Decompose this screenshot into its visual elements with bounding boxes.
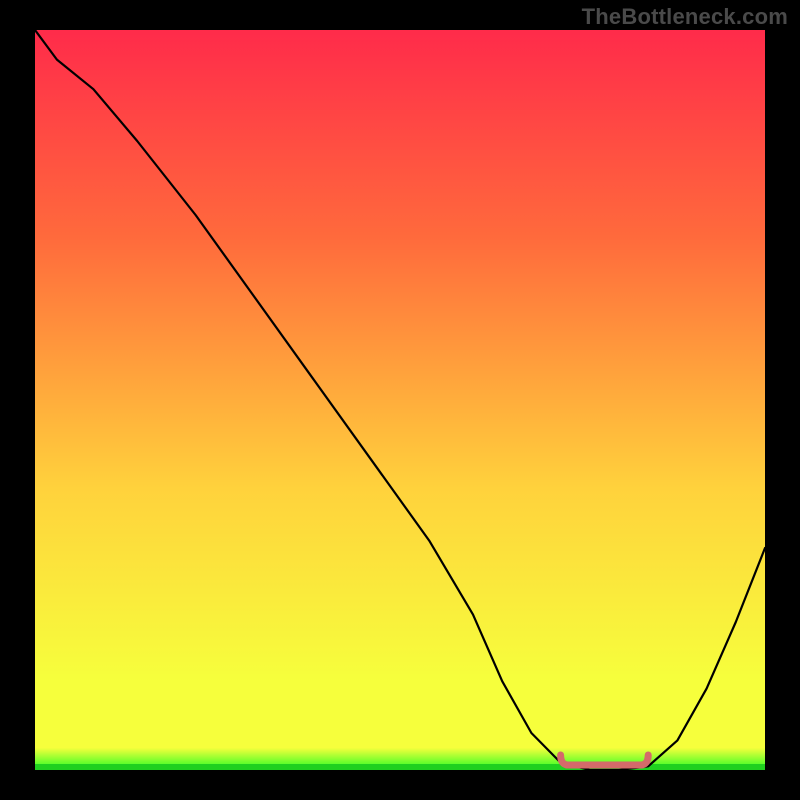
watermark-text: TheBottleneck.com xyxy=(582,4,788,30)
chart-container: TheBottleneck.com xyxy=(0,0,800,800)
plot-area xyxy=(35,30,765,770)
chart-svg xyxy=(35,30,765,770)
